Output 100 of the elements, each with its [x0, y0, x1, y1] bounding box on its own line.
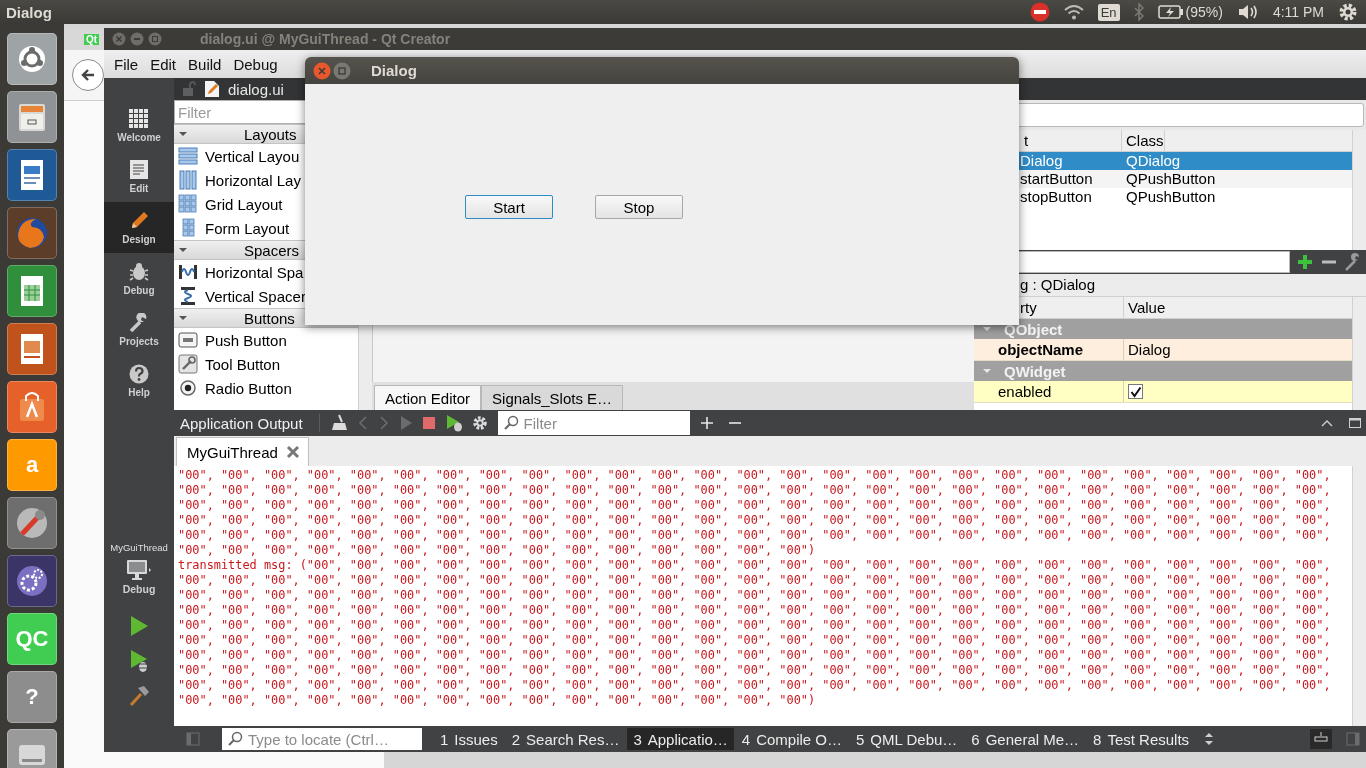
run-icon[interactable] [128, 615, 150, 637]
output-line: "00", "00", "00", "00", "00", "00", "00", "00", "00", "00", "00", "00", "00", "00", "00") [178, 543, 817, 558]
mode-button[interactable]: Debug [104, 253, 174, 304]
mode-button[interactable]: Design [104, 202, 174, 253]
kit-selector[interactable]: Debug [116, 557, 162, 597]
project-name: MyGuiThread [110, 542, 168, 553]
up-down-icon[interactable] [1203, 732, 1216, 746]
search-icon [228, 731, 244, 747]
wrench-icon[interactable] [1344, 253, 1362, 271]
output-line: "00", "00", "00", "00", "00", "00", "00", "00", "00", "00", "00", "00", "00", "00", "00", "00", "00", "00", "00", "00", "00", "00", "00", "00", "00", "00", "00", [178, 648, 1332, 663]
dialog-button[interactable]: Start [465, 195, 553, 219]
maximize-icon[interactable] [1348, 416, 1362, 430]
hammer-icon[interactable] [128, 685, 150, 707]
bluetooth-icon[interactable] [1133, 3, 1144, 21]
minimize-icon[interactable] [130, 32, 144, 46]
widget-item[interactable]: Tool Button [174, 352, 358, 376]
battery-icon[interactable] [1157, 5, 1184, 19]
output-tab[interactable]: MyGuiThread [176, 437, 309, 466]
output-pane-button[interactable]: 3 Applicatio… [627, 728, 734, 750]
power-gear-icon[interactable] [1338, 2, 1358, 22]
wrench-icon [14, 505, 50, 541]
no-entry-icon[interactable] [1029, 2, 1050, 22]
wifi-icon[interactable] [1063, 4, 1084, 20]
stop-icon[interactable] [421, 416, 436, 430]
grid-layout-icon [178, 194, 198, 214]
scrollbar[interactable] [1352, 466, 1366, 726]
output-line: "00", "00", "00", "00", "00", "00", "00", "00", "00", "00", "00", "00", "00", "00", "00", "00", "00", "00", "00", "00", "00", "00", "00", "00", "00", "00", "00", [178, 498, 1332, 513]
menu-item[interactable]: Build [188, 55, 222, 73]
filter-field[interactable]: Filter [497, 411, 690, 435]
output-pane-button[interactable]: 1 Issues [434, 728, 504, 750]
table-cell-text: QDialog [1125, 152, 1181, 170]
output-pane-button[interactable]: 6 General Me… [965, 728, 1086, 750]
checkbox[interactable] [1128, 384, 1143, 399]
column-header[interactable]: Class [1122, 130, 1165, 151]
table-cell-text: Dialog [1019, 152, 1064, 170]
debug-run-icon[interactable] [128, 649, 150, 673]
settings-icon[interactable] [471, 415, 488, 431]
property-name: enabled [974, 381, 1124, 402]
close-icon[interactable] [313, 61, 331, 80]
editor-tab[interactable]: Signals_Slots E… [481, 385, 624, 410]
close-icon[interactable] [112, 32, 126, 46]
scrollbar[interactable] [1352, 130, 1366, 250]
output-pane-button[interactable]: 5 QML Debu… [850, 728, 964, 750]
mode-button[interactable]: Edit [104, 151, 174, 202]
document-icon [129, 159, 149, 180]
debug-run-icon[interactable] [444, 414, 463, 432]
vertical-spacer-icon [178, 286, 198, 306]
property-value[interactable]: Dialog [1128, 339, 1171, 360]
monitor-icon [126, 559, 152, 581]
tool-button-icon [178, 354, 198, 374]
radio-button-icon [178, 378, 198, 398]
output-line: "00", "00", "00", "00", "00", "00", "00", "00", "00", "00", "00", "00", "00", "00", "00") [178, 693, 817, 708]
scrollbar[interactable] [1352, 297, 1366, 410]
table-cell-text: stopButton [1019, 188, 1093, 206]
plus-icon[interactable] [699, 416, 714, 430]
mode-button[interactable]: Projects [104, 304, 174, 355]
mode-button[interactable]: Help [104, 355, 174, 406]
add-icon[interactable] [1296, 253, 1314, 271]
speaker-icon[interactable] [1236, 3, 1259, 21]
bug-icon [129, 261, 149, 282]
keyboard-indicator[interactable]: En [1097, 3, 1120, 21]
document-tab[interactable]: dialog.ui [228, 80, 284, 98]
output-pane-button[interactable]: 2 Search Res… [505, 728, 626, 750]
search-icon [503, 415, 520, 431]
chevron-left-icon[interactable] [356, 415, 369, 431]
launcher-item[interactable] [7, 149, 57, 201]
output-pane-button[interactable]: 4 Compile O… [735, 728, 848, 750]
menu-item[interactable]: File [114, 55, 139, 73]
launcher-item[interactable] [7, 555, 57, 607]
column-header[interactable]: Value [1124, 297, 1166, 318]
property-name: objectName [974, 339, 1124, 360]
sidebar-right-icon[interactable] [1346, 732, 1360, 746]
locator-field[interactable]: Type to locate (Ctrl… [222, 728, 422, 750]
check-icon [1129, 385, 1142, 398]
menu-item[interactable]: Debug [233, 55, 278, 73]
window-title: Dialog [5, 3, 52, 21]
mode-button[interactable]: Welcome [104, 100, 174, 151]
launcher-item[interactable] [7, 323, 57, 375]
widget-item[interactable]: Radio Button [174, 376, 358, 400]
favicon: Qt [84, 34, 100, 45]
back-arrow-icon [80, 67, 96, 83]
output-pane-button[interactable]: 8 Test Results [1087, 728, 1196, 750]
broom-icon[interactable] [329, 414, 348, 432]
wrench-icon [129, 312, 149, 333]
editor-tab[interactable]: Action Editor [374, 385, 482, 410]
output-line: "00", "00", "00", "00", "00", "00", "00", "00", "00", "00", "00", "00", "00", "00", "00", "00", "00", "00", "00", "00", "00", "00", "00", "00", "00", "00", "00", [178, 573, 1332, 588]
close-icon [285, 445, 300, 459]
chevron-right-icon[interactable] [377, 415, 390, 431]
dialog-button[interactable]: Stop [595, 195, 683, 219]
widget-item[interactable]: Push Button [174, 328, 358, 352]
clock[interactable]: 4:11 PM [1272, 4, 1324, 20]
output-line: transmitted msg: ("00", "00", "00", "00", "00", "00", "00", "00", "00", "00", "00", "00", "00", "00", "00", "00", "00", "00", "00", "00", "00", "00", "00", "00", [178, 558, 1332, 573]
launcher-item[interactable] [7, 33, 57, 85]
output-line: "00", "00", "00", "00", "00", "00", "00", "00", "00", "00", "00", "00", "00", "00", "00", "00", "00", "00", "00", "00", "00", "00", "00", "00", "00", "00", "00", [178, 603, 1332, 618]
gear-icon [14, 563, 50, 599]
sidebar-toggle-icon[interactable] [186, 732, 200, 746]
back-button[interactable] [72, 59, 104, 91]
play-icon[interactable] [398, 415, 413, 431]
menu-item[interactable]: Edit [150, 55, 177, 73]
output-line: "00", "00", "00", "00", "00", "00", "00", "00", "00", "00", "00", "00", "00", "00", "00", "00", "00", "00", "00", "00", "00", "00", "00", "00", "00", "00", "00", [178, 528, 1332, 543]
